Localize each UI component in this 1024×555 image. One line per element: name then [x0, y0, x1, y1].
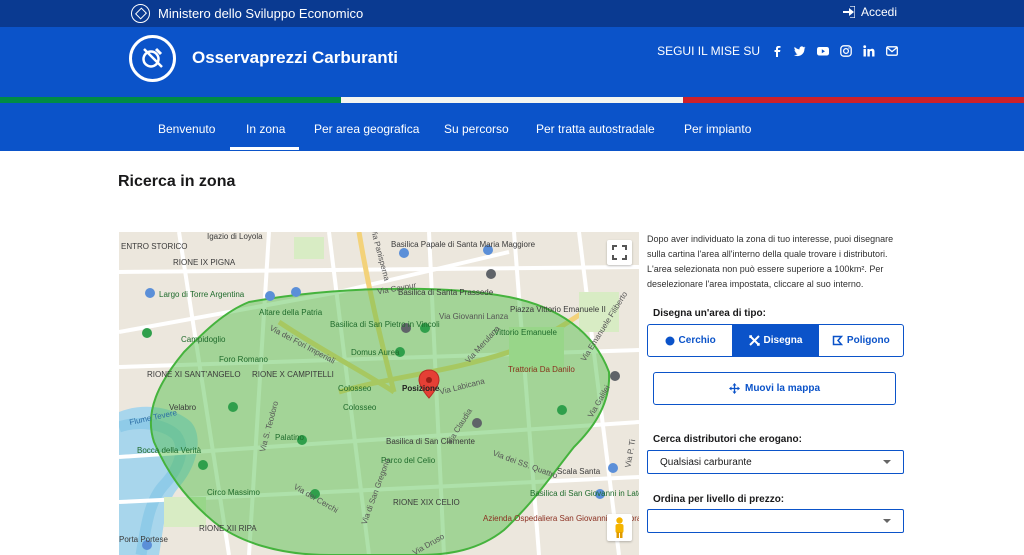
nav-per-area-geografica[interactable]: Per area geografica — [314, 122, 419, 136]
facebook-icon[interactable] — [771, 45, 783, 57]
map-label-trattoria-da-danilo: Trattoria Da Danilo — [508, 365, 575, 374]
nav-per-impianto[interactable]: Per impianto — [684, 122, 751, 136]
draw-area-label: Disegna un'area di tipo: — [653, 308, 766, 319]
login-icon — [842, 6, 855, 18]
site-title: Osservaprezzi Carburanti — [192, 48, 398, 67]
map-label-altare-della-patria: Altare della Patria — [259, 308, 323, 317]
map-label-scala-santa: Scala Santa — [557, 467, 601, 476]
social-links: SEGUI IL MISE SU — [657, 44, 898, 58]
map-canvas — [119, 232, 639, 555]
map-label-rione-xii-ripa: RIONE XII RIPA — [199, 524, 257, 533]
move-map-button[interactable]: Muovi la mappa — [653, 372, 896, 405]
draw-icon — [748, 335, 760, 346]
ministry-name: Ministero dello Sviluppo Economico — [158, 6, 364, 21]
nav-in-zona[interactable]: In zona — [246, 122, 285, 136]
main-navigation: Benvenuto In zona Per area geografica Su… — [0, 103, 1024, 151]
twitter-icon[interactable] — [794, 45, 806, 57]
map-label-san-pietro-in-vincoli: Basilica di San Pietro in Vincoli — [330, 320, 440, 329]
fuel-type-select[interactable]: Qualsiasi carburante — [647, 450, 904, 474]
map-label-porta-portese: Porta Portese — [119, 535, 168, 544]
ministry-link[interactable]: Ministero dello Sviluppo Economico — [131, 4, 363, 23]
follow-label: SEGUI IL MISE SU — [657, 44, 760, 58]
map-label-circo-massimo: Circo Massimo — [207, 488, 260, 497]
nav-per-tratta-autostradale[interactable]: Per tratta autostradale — [536, 122, 655, 136]
chevron-down-icon — [883, 460, 891, 464]
polygon-option[interactable]: Poligono — [819, 325, 903, 356]
move-map-label: Muovi la mappa — [744, 383, 820, 394]
map-label-bocca-della-verita: Bocca della Verità — [137, 446, 202, 455]
map-label-posizione: Posizione — [402, 384, 440, 393]
map-label-santa-maria-maggiore: Basilica Papale di Santa Maria Maggiore — [391, 240, 536, 249]
marker-dot — [426, 377, 432, 383]
active-tab-indicator — [230, 147, 299, 150]
map-label-colosseo: Colosseo — [343, 403, 377, 412]
instagram-icon[interactable] — [840, 45, 852, 57]
login-label: Accedi — [860, 5, 897, 19]
map-label-piazza-vittorio: Piazza Vittorio Emanuele II — [510, 305, 606, 314]
instructions-text: Dopo aver individuato la zona di tuo int… — [647, 234, 894, 289]
circle-option-label: Cerchio — [678, 335, 716, 346]
map-label-rione-x: RIONE X CAMPITELLI — [252, 370, 334, 379]
price-order-select[interactable] — [647, 509, 904, 533]
draw-option-label: Disegna — [763, 335, 803, 346]
page-title: Ricerca in zona — [118, 173, 236, 190]
map-label-centro-storico: ENTRO STORICO — [121, 242, 188, 251]
map-label-vittorio-emanuele: Vittorio Emanuele — [494, 328, 557, 337]
map-label-largo-di-torre-argentina: Largo di Torre Argentina — [159, 290, 245, 299]
chevron-down-icon — [883, 519, 891, 523]
map-label-campidoglio: Campidoglio — [181, 335, 226, 344]
youtube-icon[interactable] — [817, 45, 829, 57]
nav-benvenuto[interactable]: Benvenuto — [158, 122, 215, 136]
map-label-rione-ix-pigna: RIONE IX PIGNA — [173, 258, 236, 267]
map-label-colosseo-metro: Colosseo — [338, 384, 372, 393]
map-road-via-giovanni-lanza: Via Giovanni Lanza — [439, 312, 509, 321]
move-arrows-icon — [728, 383, 740, 394]
fuel-type-label: Cerca distributori che erogano: — [653, 434, 802, 445]
map-label-san-giovanni-laterano: Basilica di San Giovanni in Laterano — [530, 489, 639, 498]
map-label-ignazio-di-loyola: Igazio di Loyola — [207, 232, 263, 241]
fuel-logo-icon — [142, 47, 163, 68]
polygon-option-label: Poligono — [846, 335, 890, 346]
site-logo[interactable] — [129, 35, 176, 82]
map-view[interactable]: Basilica Papale di Santa Maria Maggiore … — [119, 232, 639, 555]
price-order-label: Ordina per livello di prezzo: — [653, 494, 785, 505]
map-label-rione-xi: RIONE XI SANT'ANGELO — [147, 370, 241, 379]
circle-icon — [665, 336, 675, 345]
draw-type-selector: Cerchio Disegna Poligono — [647, 324, 904, 357]
map-label-palatino: Palatino — [275, 433, 304, 442]
fuel-type-value: Qualsiasi carburante — [660, 457, 752, 468]
fullscreen-button[interactable] — [607, 240, 632, 265]
nav-su-percorso[interactable]: Su percorso — [444, 122, 509, 136]
pegman-icon — [615, 517, 624, 538]
circle-option[interactable]: Cerchio — [648, 325, 734, 356]
map-label-domus-aurea: Domus Aurea — [351, 348, 400, 357]
map-label-foro-romano: Foro Romano — [219, 355, 268, 364]
map-label-rione-xix-celio: RIONE XIX CELIO — [393, 498, 460, 507]
polygon-icon — [832, 335, 843, 346]
linkedin-icon[interactable] — [863, 45, 875, 57]
map-label-san-clemente: Basilica di San Clemente — [386, 437, 475, 446]
top-bar: Ministero dello Sviluppo Economico Acced… — [0, 0, 1024, 27]
fullscreen-icon — [612, 245, 627, 260]
street-view-button[interactable] — [607, 514, 632, 541]
draw-option[interactable]: Disegna — [733, 325, 819, 356]
site-header: Osservaprezzi Carburanti SEGUI IL MISE S… — [0, 27, 1024, 97]
login-button[interactable]: Accedi — [842, 5, 897, 19]
emblem-icon — [131, 4, 150, 23]
email-icon[interactable] — [886, 45, 898, 57]
search-sidebar: Dopo aver individuato la zona di tuo int… — [647, 232, 905, 555]
